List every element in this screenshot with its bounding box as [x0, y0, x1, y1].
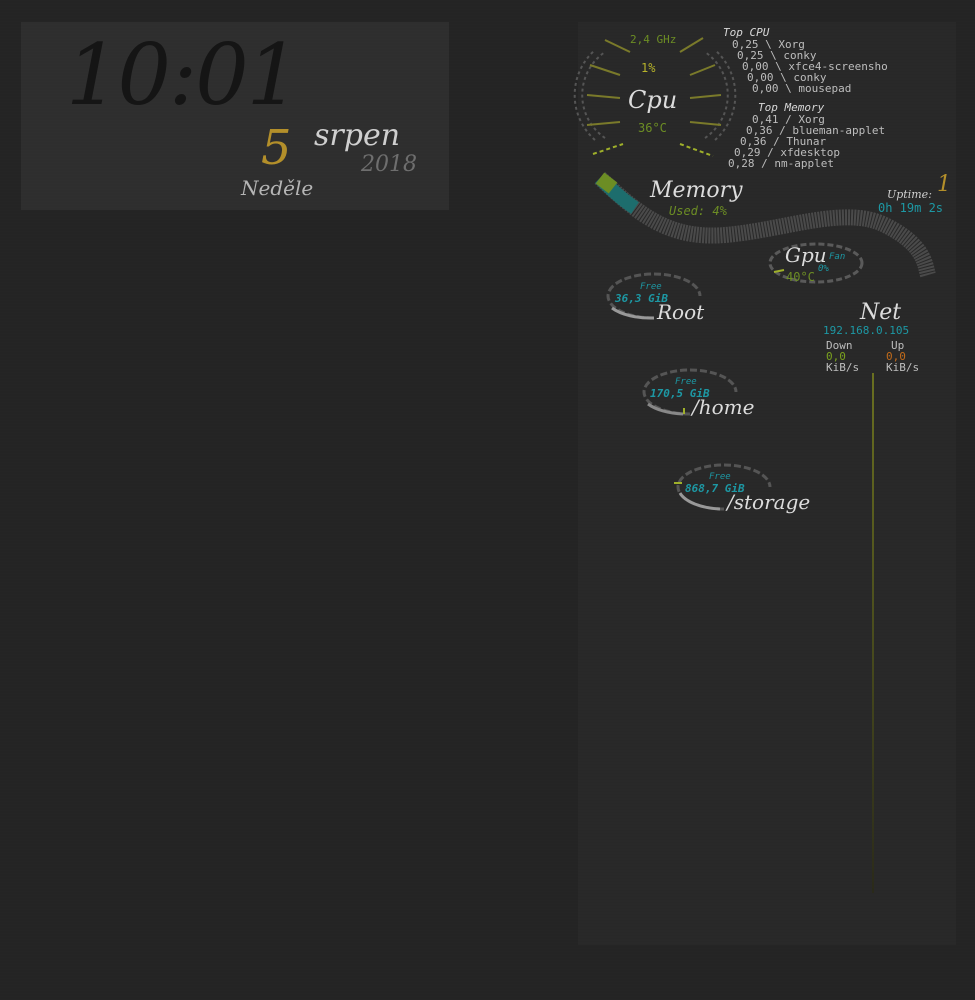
cpu-label: Cpu	[628, 86, 678, 114]
memory-bar	[594, 172, 936, 278]
disk-home-mount: /home	[692, 395, 755, 419]
memory-label: Memory	[650, 178, 743, 203]
clock-panel: 10:01 5 srpen 2018 Neděle	[21, 22, 449, 210]
gpu-fan-label: Fan	[829, 252, 846, 262]
net-label: Net	[860, 300, 902, 325]
gpu-temperature: 40°C	[786, 270, 815, 284]
net-down-unit: KiB/s	[826, 361, 860, 374]
gpu-fan-value: 0%	[818, 264, 829, 274]
top-memory-row: 0,28 / nm-applet	[728, 157, 834, 170]
net-graph-line	[872, 373, 874, 893]
date-weekday: Neděle	[241, 176, 314, 200]
clock-time: 10:01	[66, 26, 300, 124]
uptime-value: 0h 19m 2s	[878, 201, 944, 215]
disk-root-mount: Root	[657, 300, 705, 324]
date-year: 2018	[361, 152, 417, 177]
cpu-frequency: 2,4 GHz	[630, 33, 677, 46]
cpu-usage: 1%	[641, 61, 656, 75]
uptime-label: Uptime:	[887, 188, 932, 201]
date-day: 5	[261, 120, 292, 176]
disk-storage-mount: /storage	[727, 490, 811, 514]
top-cpu-row: 0,00 \ mousepad	[752, 82, 852, 95]
date-month: srpen	[314, 118, 401, 153]
cpu-temperature: 36°C	[638, 121, 667, 135]
net-up-unit: KiB/s	[886, 361, 920, 374]
net-ip: 192.168.0.105	[823, 324, 910, 337]
memory-used: Used: 4%	[669, 204, 727, 218]
uptime-badge: 1	[937, 172, 951, 197]
